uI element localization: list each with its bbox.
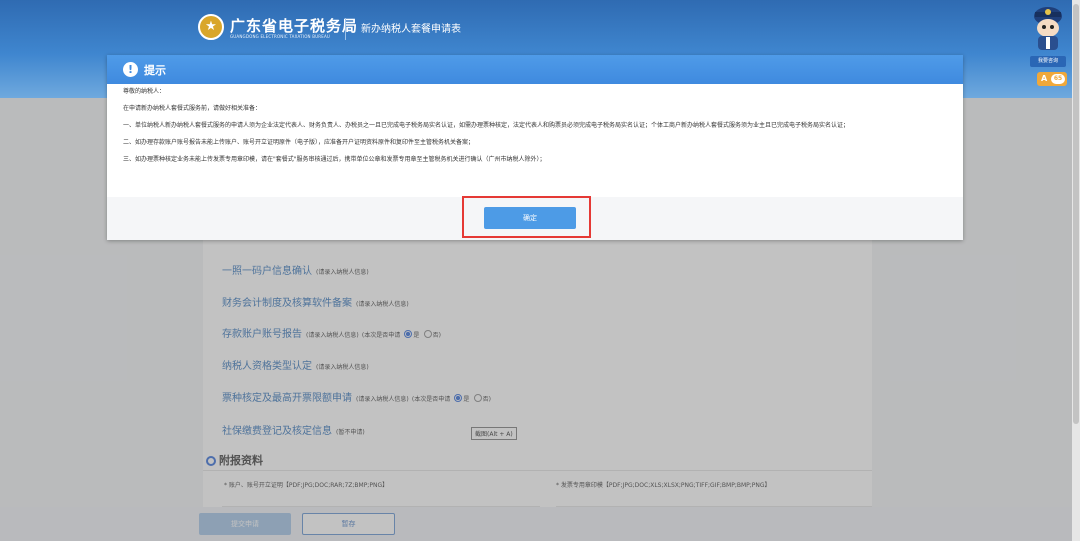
notification-count: 65 <box>1051 74 1065 84</box>
dialog-header: ! 提示 <box>107 55 963 84</box>
header-divider <box>345 18 346 40</box>
consult-button[interactable]: 我要咨询 <box>1030 56 1066 67</box>
highlight-box <box>462 196 591 238</box>
exclamation-icon: ! <box>123 62 138 77</box>
dialog-body: 尊敬的纳税人： 在申请新办纳税人套餐式服务前，请做好相关准备： 一、单位纳税人新… <box>123 87 949 172</box>
brand-name-en: GUANGDONG ELECTRONIC TAXATION BUREAU <box>230 34 331 39</box>
tax-bureau-logo-icon: ★ <box>198 14 224 40</box>
notice-item-3: 三、如办理票种核定业务未能上传发票专用章印模，请在"套餐式"服务审核通过后，携带… <box>123 156 546 163</box>
mascot-icon[interactable] <box>1028 2 1068 52</box>
notification-badge[interactable]: A 65 <box>1037 72 1067 86</box>
greeting: 尊敬的纳税人： <box>123 88 166 95</box>
intro-text: 在申请新办纳税人套餐式服务前，请做好相关准备： <box>123 105 262 112</box>
dialog-title: 提示 <box>144 64 166 77</box>
notification-icon: A <box>1041 74 1048 83</box>
brand-name: 广东省电子税务局 <box>230 17 359 35</box>
page-title: 新办纳税人套餐申请表 <box>361 24 461 35</box>
notice-item-1: 一、单位纳税人新办纳税人套餐式服务的申请人须为企业法定代表人、财务负责人、办税员… <box>123 122 850 129</box>
scrollbar-thumb[interactable] <box>1073 4 1079 424</box>
notice-item-2: 二、如办理存款账户账号报告未能上传账户、账号开立证明原件（电子版），应准备开户证… <box>123 139 475 146</box>
